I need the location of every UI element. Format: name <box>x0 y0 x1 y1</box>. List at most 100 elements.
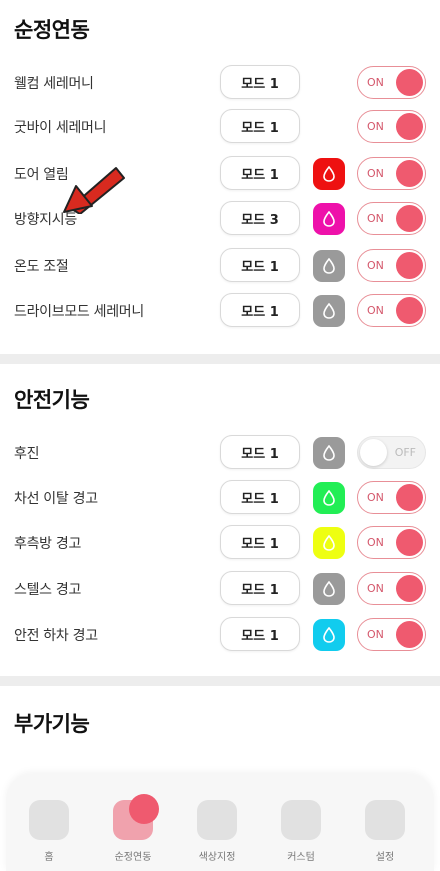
toggle-switch[interactable]: ON <box>357 294 426 327</box>
bottom-navigation: 홈 순정연동 색상지정 커스텀 설정 <box>6 774 434 871</box>
mode-button[interactable]: 모드 3 <box>220 201 300 235</box>
home-icon <box>29 800 69 840</box>
toggle-switch[interactable]: ON <box>357 481 426 514</box>
setting-label: 안전 하차 경고 <box>14 628 98 644</box>
mode-button[interactable]: 모드 1 <box>220 525 300 559</box>
face-icon <box>365 800 405 840</box>
mode-button[interactable]: 모드 1 <box>220 617 300 651</box>
toggle-switch[interactable]: ON <box>357 110 426 143</box>
setting-label: 스텔스 경고 <box>14 582 82 598</box>
mode-button[interactable]: 모드 1 <box>220 480 300 514</box>
drop-icon <box>322 303 336 319</box>
color-drop-button[interactable] <box>313 527 345 559</box>
mode-button[interactable]: 모드 1 <box>220 65 300 99</box>
toggle-text: ON <box>367 582 384 595</box>
drop-icon <box>322 211 336 227</box>
mode-button[interactable]: 모드 1 <box>220 248 300 282</box>
drop-icon <box>322 258 336 274</box>
toggle-text: ON <box>367 491 384 504</box>
toggle-knob <box>396 205 423 232</box>
active-indicator <box>129 794 159 824</box>
hand-icon <box>281 800 321 840</box>
nav-item[interactable]: 설정 <box>350 800 420 864</box>
color-drop-button[interactable] <box>313 250 345 282</box>
toggle-switch[interactable]: OFF <box>357 436 426 469</box>
drop-icon <box>322 627 336 643</box>
toggle-text: ON <box>367 76 384 89</box>
toggle-knob <box>396 575 423 602</box>
toggle-text: ON <box>367 536 384 549</box>
setting-row: 후측방 경고 모드 1 ON <box>0 520 440 566</box>
setting-label: 온도 조절 <box>14 259 69 275</box>
mode-button[interactable]: 모드 1 <box>220 435 300 469</box>
toggle-text: ON <box>367 212 384 225</box>
nav-label: 색상지정 <box>198 852 236 863</box>
color-drop-button[interactable] <box>313 573 345 605</box>
mode-button[interactable]: 모드 1 <box>220 571 300 605</box>
nav-label: 순정연동 <box>114 852 152 863</box>
section-title: 부가기능 <box>14 712 90 736</box>
toggle-switch[interactable]: ON <box>357 618 426 651</box>
setting-label: 굿바이 세레머니 <box>14 120 107 136</box>
color-drop-button[interactable] <box>313 295 345 327</box>
toggle-knob <box>396 160 423 187</box>
setting-label: 차선 이탈 경고 <box>14 491 98 507</box>
nav-label: 설정 <box>375 852 395 863</box>
drop-icon <box>322 445 336 461</box>
brush-icon <box>197 800 237 840</box>
toggle-switch[interactable]: ON <box>357 157 426 190</box>
section-safety: 안전기능 후진 모드 1 OFF 차선 이탈 경고 모드 1 ON 후측방 경고 모드 1 ON… <box>0 364 440 676</box>
color-drop-button[interactable] <box>313 482 345 514</box>
arrow-pointer-icon <box>63 167 125 214</box>
drop-icon <box>322 166 336 182</box>
setting-label: 후진 <box>14 446 40 462</box>
section-title: 안전기능 <box>14 388 90 412</box>
toggle-knob <box>396 297 423 324</box>
mode-button[interactable]: 모드 1 <box>220 156 300 190</box>
setting-row: 후진 모드 1 OFF <box>0 430 440 476</box>
setting-row: 안전 하차 경고 모드 1 ON <box>0 612 440 658</box>
nav-item[interactable]: 색상지정 <box>182 800 252 864</box>
toggle-text: ON <box>367 628 384 641</box>
setting-row: 스텔스 경고 모드 1 ON <box>0 566 440 612</box>
nav-item[interactable]: 순정연동 <box>98 794 168 864</box>
toggle-knob <box>396 69 423 96</box>
setting-row: 온도 조절 모드 1 ON <box>0 243 440 289</box>
toggle-knob <box>396 252 423 279</box>
toggle-text: ON <box>367 304 384 317</box>
toggle-knob <box>396 113 423 140</box>
toggle-knob <box>396 484 423 511</box>
setting-label: 후측방 경고 <box>14 536 82 552</box>
color-drop-button[interactable] <box>313 437 345 469</box>
color-drop-button[interactable] <box>313 203 345 235</box>
toggle-text: ON <box>367 120 384 133</box>
drop-icon <box>322 535 336 551</box>
toggle-switch[interactable]: ON <box>357 66 426 99</box>
nav-item[interactable]: 커스텀 <box>266 800 336 864</box>
toggle-switch[interactable]: ON <box>357 572 426 605</box>
section-title: 순정연동 <box>14 18 90 42</box>
toggle-text: ON <box>367 167 384 180</box>
toggle-text: ON <box>367 259 384 272</box>
setting-label: 웰컴 세레머니 <box>14 76 94 92</box>
toggle-knob <box>396 621 423 648</box>
drop-icon <box>322 581 336 597</box>
color-drop-button[interactable] <box>313 619 345 651</box>
setting-row: 드라이브모드 세레머니 모드 1 ON <box>0 288 440 334</box>
color-drop-button[interactable] <box>313 158 345 190</box>
nav-item[interactable]: 홈 <box>14 800 84 864</box>
mode-button[interactable]: 모드 1 <box>220 293 300 327</box>
toggle-knob <box>396 529 423 556</box>
toggle-switch[interactable]: ON <box>357 249 426 282</box>
setting-label: 드라이브모드 세레머니 <box>14 304 144 320</box>
toggle-switch[interactable]: ON <box>357 526 426 559</box>
toggle-switch[interactable]: ON <box>357 202 426 235</box>
drop-icon <box>322 490 336 506</box>
mode-button[interactable]: 모드 1 <box>220 109 300 143</box>
nav-label: 홈 <box>44 852 54 863</box>
setting-row: 웰컴 세레머니 모드 1 ON <box>0 60 440 106</box>
setting-row: 차선 이탈 경고 모드 1 ON <box>0 475 440 521</box>
toggle-knob <box>360 439 387 466</box>
setting-row: 굿바이 세레머니 모드 1 ON <box>0 104 440 150</box>
nav-label: 커스텀 <box>287 852 315 863</box>
